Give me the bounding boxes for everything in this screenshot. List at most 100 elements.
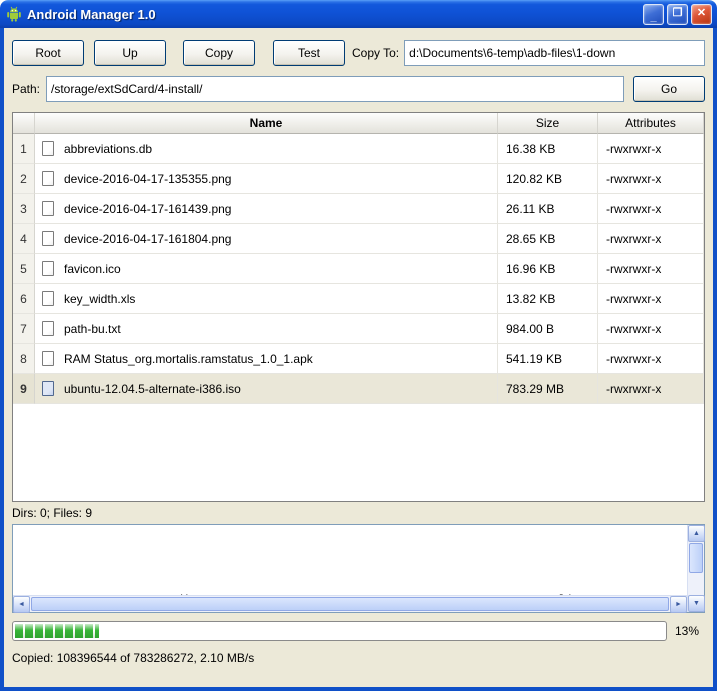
scroll-up-button[interactable]: ▲	[688, 525, 705, 542]
row-number-header	[13, 113, 35, 134]
root-button[interactable]: Root	[12, 40, 84, 66]
file-name: device-2016-04-17-135355.png	[64, 171, 232, 186]
file-icon	[42, 231, 54, 246]
progress-row: 13%	[12, 621, 705, 641]
close-icon: ✕	[696, 6, 707, 19]
maximize-icon: ❐	[672, 6, 683, 19]
maximize-button[interactable]: ❐	[667, 3, 688, 25]
file-size: 16.96 KB	[498, 254, 598, 284]
file-attributes: -rwxrwxr-x	[598, 344, 704, 374]
table-row[interactable]: 5 favicon.ico 16.96 KB -rwxrwxr-x	[13, 254, 704, 284]
attributes-column-header[interactable]: Attributes	[598, 113, 704, 134]
row-number: 3	[13, 194, 35, 224]
horizontal-scroll-thumb[interactable]	[31, 597, 669, 611]
file-name: abbreviations.db	[64, 141, 153, 156]
table-row[interactable]: 4 device-2016-04-17-161804.png 28.65 KB …	[13, 224, 704, 254]
table-row[interactable]: 8 RAM Status_org.mortalis.ramstatus_1.0_…	[13, 344, 704, 374]
table-row[interactable]: 3 device-2016-04-17-161439.png 26.11 KB …	[13, 194, 704, 224]
path-input[interactable]	[46, 76, 624, 102]
row-number: 9	[13, 374, 35, 404]
file-icon	[42, 201, 54, 216]
scroll-left-button[interactable]: ◄	[13, 596, 30, 613]
file-name-cell: favicon.ico	[35, 254, 498, 284]
file-name-cell: device-2016-04-17-135355.png	[35, 164, 498, 194]
progress-bar-fill	[15, 624, 100, 638]
file-size: 984.00 B	[498, 314, 598, 344]
file-name-cell: ubuntu-12.04.5-alternate-i386.iso	[35, 374, 498, 404]
title-bar[interactable]: Android Manager 1.0 _ ❐ ✕	[0, 0, 717, 28]
file-attributes: -rwxrwxr-x	[598, 164, 704, 194]
file-list: 1 abbreviations.db 16.38 KB -rwxrwxr-x 2	[13, 134, 704, 404]
go-button[interactable]: Go	[633, 76, 705, 102]
file-icon	[42, 261, 54, 276]
table-row[interactable]: 6 key_width.xls 13.82 KB -rwxrwxr-x	[13, 284, 704, 314]
progress-percent: 13%	[675, 624, 700, 638]
file-attributes: -rwxrwxr-x	[598, 224, 704, 254]
scroll-right-button[interactable]: ►	[670, 596, 687, 613]
copy-to-input[interactable]	[404, 40, 705, 66]
file-icon	[42, 141, 54, 156]
log-console: -rwxrwxr-x system media_rw 541190 2016-0…	[12, 524, 705, 613]
table-row[interactable]: 9 ubuntu-12.04.5-alternate-i386.iso 783.…	[13, 374, 704, 404]
vertical-scroll-thumb[interactable]	[689, 543, 703, 573]
file-size: 16.38 KB	[498, 134, 598, 164]
copied-status: Copied: 108396544 of 783286272, 2.10 MB/…	[12, 651, 255, 665]
file-size: 28.65 KB	[498, 224, 598, 254]
size-column-header[interactable]: Size	[498, 113, 598, 134]
vertical-scroll-track[interactable]	[688, 574, 704, 595]
minimize-button[interactable]: _	[643, 3, 664, 25]
close-button[interactable]: ✕	[691, 3, 712, 25]
copy-button[interactable]: Copy	[183, 40, 255, 66]
progress-bar	[12, 621, 667, 641]
file-attributes: -rwxrwxr-x	[598, 254, 704, 284]
dirs-files-status: Dirs: 0; Files: 9	[12, 506, 93, 520]
table-row[interactable]: 7 path-bu.txt 984.00 B -rwxrwxr-x	[13, 314, 704, 344]
row-number: 4	[13, 224, 35, 254]
toolbar: Root Up Copy Test Copy To:	[12, 40, 705, 66]
window-title: Android Manager 1.0	[27, 6, 156, 22]
file-name: favicon.ico	[64, 261, 121, 276]
file-table: Name Size Attributes 1 abbreviations.db …	[12, 112, 705, 502]
row-number: 2	[13, 164, 35, 194]
file-name-cell: device-2016-04-17-161439.png	[35, 194, 498, 224]
minimize-icon: _	[650, 10, 657, 23]
file-attributes: -rwxrwxr-x	[598, 374, 704, 404]
file-size: 120.82 KB	[498, 164, 598, 194]
file-icon	[42, 291, 54, 306]
file-name-cell: device-2016-04-17-161804.png	[35, 224, 498, 254]
file-attributes: -rwxrwxr-x	[598, 194, 704, 224]
name-column-header[interactable]: Name	[35, 113, 498, 134]
file-name-cell: path-bu.txt	[35, 314, 498, 344]
file-size: 13.82 KB	[498, 284, 598, 314]
file-name: path-bu.txt	[64, 321, 121, 336]
file-name-cell: RAM Status_org.mortalis.ramstatus_1.0_1.…	[35, 344, 498, 374]
file-icon	[42, 171, 54, 186]
file-icon	[42, 381, 54, 396]
file-size: 783.29 MB	[498, 374, 598, 404]
file-size: 26.11 KB	[498, 194, 598, 224]
scroll-down-button[interactable]: ▼	[688, 595, 705, 612]
window: Android Manager 1.0 _ ❐ ✕ Root Up Copy T…	[0, 0, 717, 691]
row-number: 6	[13, 284, 35, 314]
file-icon	[42, 351, 54, 366]
table-header-row: Name Size Attributes	[13, 113, 704, 134]
row-number: 5	[13, 254, 35, 284]
file-attributes: -rwxrwxr-x	[598, 314, 704, 344]
test-button[interactable]: Test	[273, 40, 345, 66]
file-size: 541.19 KB	[498, 344, 598, 374]
up-button[interactable]: Up	[94, 40, 166, 66]
file-name: RAM Status_org.mortalis.ramstatus_1.0_1.…	[64, 351, 313, 366]
file-name-cell: key_width.xls	[35, 284, 498, 314]
file-name: device-2016-04-17-161804.png	[64, 231, 232, 246]
path-row: Path: Go	[12, 76, 705, 102]
file-name-cell: abbreviations.db	[35, 134, 498, 164]
table-row[interactable]: 1 abbreviations.db 16.38 KB -rwxrwxr-x	[13, 134, 704, 164]
android-icon	[6, 6, 22, 22]
row-number: 8	[13, 344, 35, 374]
horizontal-scrollbar[interactable]: ◄ ►	[13, 595, 687, 613]
file-icon	[42, 321, 54, 336]
vertical-scrollbar[interactable]: ▲ ▼	[687, 525, 705, 612]
copy-to-label: Copy To:	[352, 46, 400, 60]
file-attributes: -rwxrwxr-x	[598, 134, 704, 164]
table-row[interactable]: 2 device-2016-04-17-135355.png 120.82 KB…	[13, 164, 704, 194]
